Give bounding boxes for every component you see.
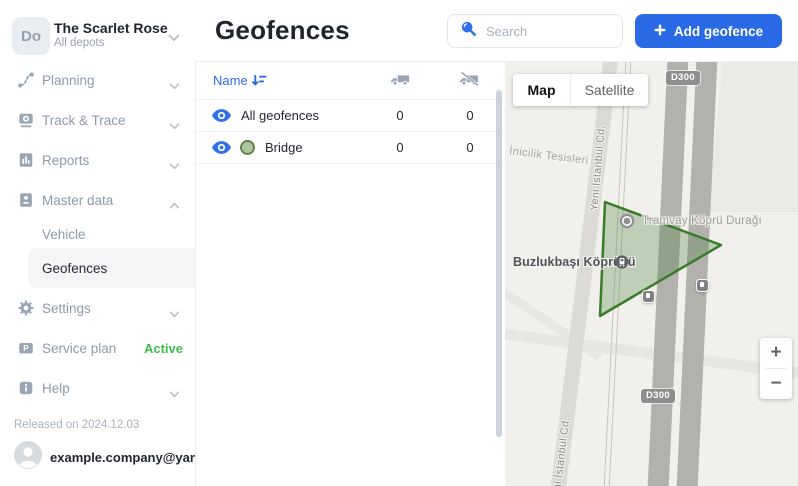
search-input[interactable]	[486, 24, 606, 39]
gear-icon	[16, 298, 36, 318]
chevron-down-icon	[169, 385, 180, 403]
sidebar-item-master-data[interactable]: Master data	[0, 180, 195, 220]
route-icon	[16, 70, 36, 90]
map-roads-layer	[505, 62, 798, 486]
sidebar-item-settings[interactable]: Settings	[0, 288, 195, 328]
transit-icon[interactable]	[696, 279, 709, 292]
vehicles-count: 0	[390, 108, 410, 123]
geofence-color-marker	[240, 140, 255, 155]
road-badge: D300	[666, 71, 700, 85]
divider	[196, 163, 505, 164]
add-geofence-button[interactable]: Add geofence	[635, 14, 782, 48]
org-avatar[interactable]: Do	[12, 17, 50, 55]
reports-icon	[16, 150, 36, 170]
sidebar-item-help[interactable]: Help	[0, 368, 195, 408]
plan-icon: P	[16, 338, 36, 358]
sidebar-item-label: Master data	[42, 193, 113, 208]
sidebar-item-track-and-trace[interactable]: Track & Trace	[0, 100, 195, 140]
geofence-name: Bridge	[265, 140, 303, 155]
search-box[interactable]	[447, 14, 623, 48]
search-icon	[460, 20, 477, 42]
sidebar-item-label: Track & Trace	[42, 113, 126, 128]
chevron-down-icon[interactable]	[168, 29, 180, 47]
service-plan-status-badge: Active	[144, 341, 183, 356]
sidebar-item-service-plan[interactable]: P Service plan Active	[0, 328, 195, 368]
list-scrollbar[interactable]	[496, 90, 502, 437]
map-zoom-control: + −	[760, 338, 792, 399]
truck-icon[interactable]	[390, 72, 410, 92]
add-geofence-label: Add geofence	[674, 24, 763, 39]
release-version-text: Released on 2024.12.03	[14, 419, 139, 431]
excluded-count: 0	[460, 108, 480, 123]
sidebar-item-label: Help	[42, 381, 70, 396]
road-badge: D300	[641, 389, 675, 403]
plus-icon	[654, 24, 666, 39]
chevron-up-icon	[169, 197, 180, 215]
avatar	[14, 441, 42, 474]
chevron-down-icon	[169, 157, 180, 175]
table-row[interactable]: All geofences 0 0	[196, 100, 505, 132]
chevron-down-icon	[169, 305, 180, 323]
map-type-satellite-button[interactable]: Satellite	[570, 74, 648, 106]
map-canvas[interactable]: Tramvay Köprü Durağı Buzlukbaşı Köprüsü …	[505, 62, 798, 486]
sidebar-item-label: Planning	[42, 73, 95, 88]
vehicles-count: 0	[390, 140, 410, 155]
chevron-down-icon	[169, 117, 180, 135]
column-header-name[interactable]: Name	[213, 73, 248, 88]
sidebar-item-label: Settings	[42, 301, 91, 316]
sidebar-item-geofences[interactable]: Geofences	[28, 248, 195, 288]
sidebar-item-planning[interactable]: Planning	[0, 60, 195, 100]
org-subtitle: All depots	[54, 37, 105, 49]
help-icon	[16, 378, 36, 398]
zoom-in-button[interactable]: +	[760, 338, 792, 368]
geofence-list: Name All geofences 0 0	[196, 62, 505, 486]
table-header: Name	[196, 62, 505, 99]
station-icon[interactable]	[615, 255, 629, 274]
excluded-count: 0	[460, 140, 480, 155]
zoom-out-button[interactable]: −	[760, 369, 792, 399]
map-label-stop: Tramvay Köprü Durağı	[642, 215, 762, 227]
app-window: Do The Scarlet Rose All depots Planning …	[0, 0, 798, 486]
sidebar-item-reports[interactable]: Reports	[0, 140, 195, 180]
sidebar-item-label: Geofences	[28, 261, 107, 276]
map-type-map-button[interactable]: Map	[513, 74, 570, 106]
transit-icon[interactable]	[642, 290, 655, 303]
account-email: example.company@yandex	[50, 450, 200, 465]
eye-visibility-icon[interactable]	[212, 109, 231, 127]
sidebar-item-label: Reports	[42, 153, 89, 168]
map-type-control: Map Satellite	[513, 74, 648, 106]
svg-text:P: P	[23, 344, 29, 353]
sidebar-item-label: Service plan	[42, 341, 116, 356]
id-card-icon	[16, 190, 36, 210]
truck-crossed-icon[interactable]	[459, 72, 479, 92]
sort-icon[interactable]	[252, 73, 267, 92]
tram-stop-icon[interactable]	[619, 213, 635, 234]
eye-visibility-icon[interactable]	[212, 141, 231, 159]
table-row[interactable]: Bridge 0 0	[196, 132, 505, 164]
monitor-icon	[16, 110, 36, 130]
account-menu[interactable]: example.company@yandex	[14, 443, 189, 471]
page-title: Geofences	[215, 15, 350, 46]
org-name: The Scarlet Rose	[54, 20, 168, 36]
sidebar-item-label: Vehicle	[0, 227, 86, 242]
sidebar: Do The Scarlet Rose All depots Planning …	[0, 0, 195, 486]
geofence-name: All geofences	[241, 108, 319, 123]
chevron-down-icon	[169, 77, 180, 95]
sidebar-item-vehicle[interactable]: Vehicle	[0, 216, 195, 252]
